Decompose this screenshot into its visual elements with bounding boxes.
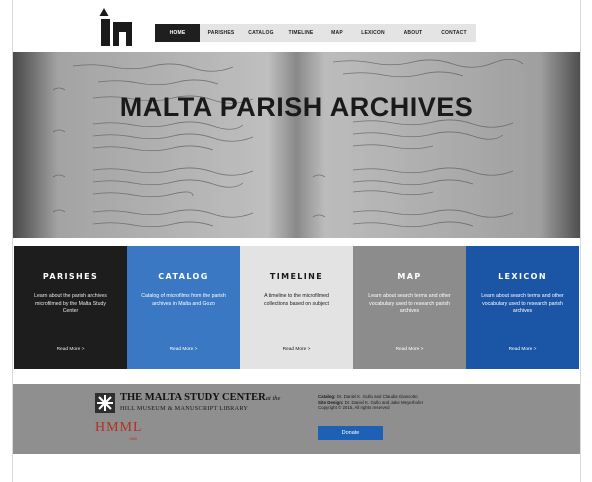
footer-band: THE MALTA STUDY CENTERat the HILL MUSEUM…	[13, 384, 580, 454]
tile-parishes[interactable]: PARISHES Learn about the parish archives…	[14, 246, 127, 369]
nav-home[interactable]: HOME	[155, 24, 200, 42]
read-more-link[interactable]: Read More >	[466, 347, 579, 352]
nav-parishes[interactable]: PARISHES	[200, 24, 242, 42]
center-subtitle: HILL MUSEUM & MANUSCRIPT LIBRARY	[120, 405, 249, 412]
manuscript-image	[13, 52, 580, 238]
center-name: THE MALTA STUDY CENTERat the	[120, 392, 281, 403]
nav-map[interactable]: MAP	[322, 24, 352, 42]
tile-catalog[interactable]: CATALOG Catalog of microfilms from the p…	[127, 246, 240, 369]
credits: Catalog: Dr. Daniel K. Gullo and Claudia…	[318, 394, 468, 411]
nav-lexicon[interactable]: LEXICON	[352, 24, 394, 42]
tile-description: Catalog of microfilms from the parish ar…	[141, 293, 226, 307]
tile-description: Learn about search terms and other vocab…	[368, 293, 451, 315]
malta-study-center-logo[interactable]	[98, 8, 142, 46]
page-frame: HOME PARISHES CATALOG TIMELINE MAP LEXIC…	[12, 0, 581, 482]
section-tiles: PARISHES Learn about the parish archives…	[14, 246, 579, 369]
hero-banner: MALTA PARISH ARCHIVES	[13, 52, 580, 238]
copyright: Copyright © 2015, All rights reserved	[318, 405, 390, 411]
tile-title: LEXICON	[498, 272, 547, 281]
tile-title: MAP	[397, 272, 422, 281]
main-nav: HOME PARISHES CATALOG TIMELINE MAP LEXIC…	[155, 24, 476, 42]
read-more-link[interactable]: Read More >	[353, 347, 466, 352]
read-more-link[interactable]: Read More >	[127, 347, 240, 352]
hmml-year: 1965	[129, 437, 137, 441]
nav-catalog[interactable]: CATALOG	[242, 24, 280, 42]
tile-map[interactable]: MAP Learn about search terms and other v…	[353, 246, 466, 369]
tile-description: Learn about search terms and other vocab…	[481, 293, 564, 315]
tile-description: Learn about the parish archives microfil…	[34, 293, 107, 315]
nav-contact[interactable]: CONTACT	[432, 24, 476, 42]
hmml-logo[interactable]: HMML	[95, 420, 143, 436]
tile-title: CATALOG	[158, 272, 209, 281]
nav-about[interactable]: ABOUT	[394, 24, 432, 42]
donate-button[interactable]: Donate	[318, 426, 383, 440]
tile-timeline[interactable]: TIMELINE A timeline to the microfilmed c…	[240, 246, 353, 369]
tile-title: TIMELINE	[269, 272, 324, 281]
tile-lexicon[interactable]: LEXICON Learn about search terms and oth…	[466, 246, 579, 369]
cross-emblem-icon	[95, 393, 115, 413]
nav-timeline[interactable]: TIMELINE	[280, 24, 322, 42]
read-more-link[interactable]: Read More >	[14, 347, 127, 352]
read-more-link[interactable]: Read More >	[240, 347, 353, 352]
tile-title: PARISHES	[42, 272, 99, 281]
hero-title: MALTA PARISH ARCHIVES	[119, 92, 474, 122]
tile-description: A timeline to the microfilmed collection…	[264, 293, 329, 307]
